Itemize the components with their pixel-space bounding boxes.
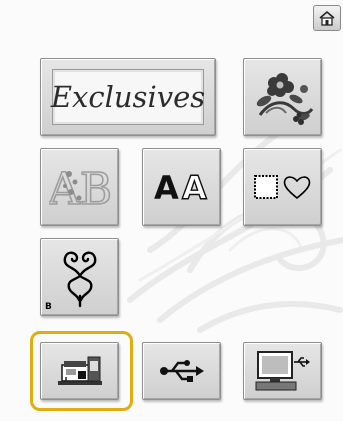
font-pattern-button[interactable]: A A <box>142 148 221 226</box>
home-button[interactable] <box>313 5 341 31</box>
flower-design-icon <box>256 73 313 125</box>
frame-heart-icon <box>253 175 310 200</box>
computer-usb-icon <box>255 351 310 391</box>
monogram-b-label: B <box>45 302 52 312</box>
home-icon <box>319 10 335 26</box>
usb-icon <box>159 360 204 382</box>
floral-alphabet-button[interactable]: AB <box>40 148 119 226</box>
exclusives-label-frame: Exclusives <box>50 69 206 125</box>
heart-monogram-icon <box>63 251 96 308</box>
exclusives-button[interactable]: Exclusives <box>40 58 216 136</box>
pattern-category-screen: Exclusives AB A A B <box>0 0 343 421</box>
monogram-button[interactable]: B <box>40 238 119 316</box>
frame-pattern-button[interactable] <box>243 148 322 226</box>
selection-highlight <box>30 331 133 411</box>
floral-alphabet-icon: AB <box>49 163 111 212</box>
svg-text:A: A <box>182 169 207 207</box>
svg-text:A: A <box>154 169 179 207</box>
font-pattern-icon: A A <box>154 168 208 207</box>
exclusives-label: Exclusives <box>50 80 206 114</box>
usb-media-button[interactable] <box>142 342 221 400</box>
floral-alphabet-letters: AB <box>49 164 111 212</box>
computer-button[interactable] <box>243 342 322 400</box>
floral-design-button[interactable] <box>243 58 322 136</box>
